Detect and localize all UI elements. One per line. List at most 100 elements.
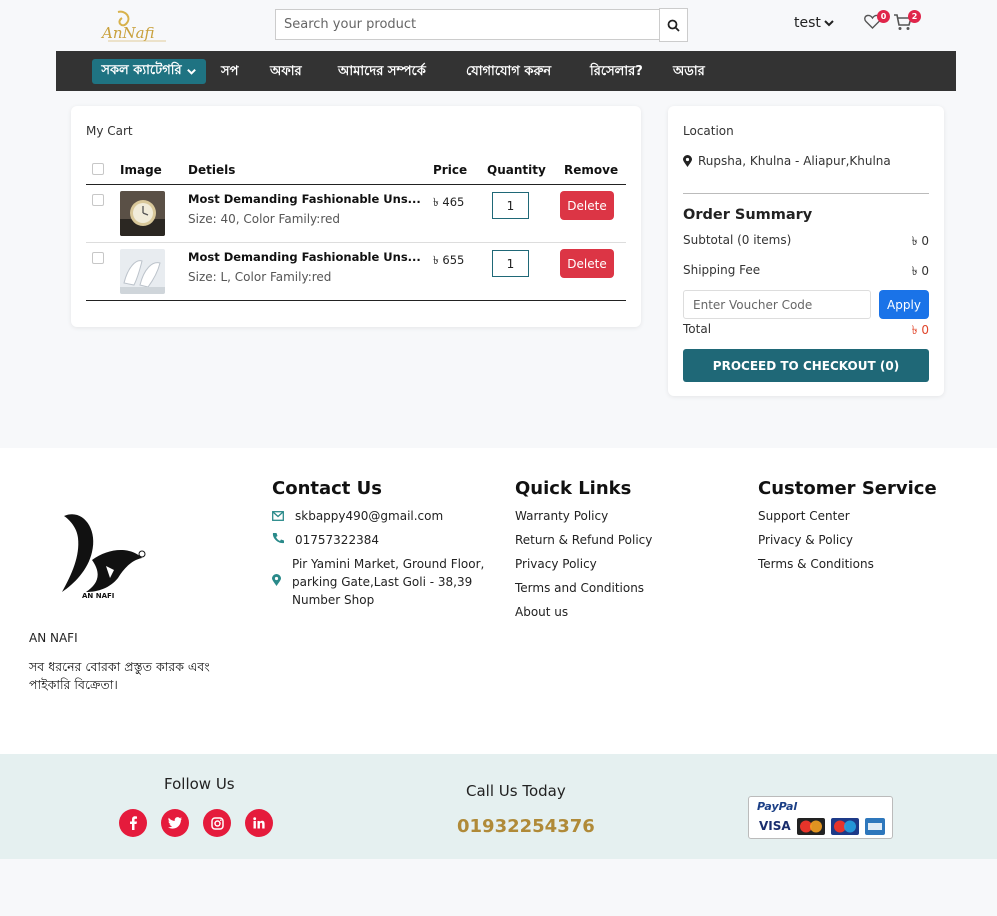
instagram-icon[interactable]: [203, 809, 231, 837]
product-name[interactable]: Most Demanding Fashionable Uns...: [188, 192, 421, 206]
proceed-to-checkout-button[interactable]: PROCEED TO CHECKOUT (0): [683, 349, 929, 382]
user-name: test: [794, 15, 821, 31]
cart-button[interactable]: 2: [893, 10, 921, 35]
map-pin-icon: [683, 155, 692, 167]
col-details: Detiels: [188, 163, 236, 177]
product-variant: Size: 40, Color Family:red: [188, 212, 340, 226]
map-pin-icon: [272, 574, 281, 586]
chevron-down-icon: [186, 68, 196, 75]
product-image-shoes[interactable]: [120, 249, 165, 294]
main-navbar: সকল ক্যাটেগরি সপ অফার আমাদের সম্পর্কে যো…: [56, 51, 956, 91]
search-button[interactable]: [659, 8, 688, 42]
cart-panel: My Cart Image Detiels Price Quantity Rem…: [71, 106, 641, 327]
subtotal-label: Subtotal (0 items): [683, 233, 792, 247]
location-row[interactable]: Rupsha, Khulna - Aliapur,Khulna: [683, 154, 891, 168]
total-row: Total ৳ 0: [683, 322, 929, 342]
search-icon: [667, 19, 680, 32]
nav-reseller[interactable]: রিসেলার?: [590, 62, 643, 83]
quantity-input[interactable]: [492, 250, 529, 277]
nav-offer[interactable]: অফার: [270, 62, 302, 83]
location-value: Rupsha, Khulna - Aliapur,Khulna: [698, 154, 891, 168]
shipping-value: ৳ 0: [911, 264, 929, 278]
site-logo[interactable]: AnNafi: [100, 8, 176, 44]
divider: [683, 193, 929, 194]
call-us-number[interactable]: 01932254376: [457, 816, 595, 837]
contact-address: Pir Yamini Market, Ground Floor, parking…: [292, 557, 485, 607]
product-price: ৳ 465: [433, 195, 465, 209]
chevron-down-icon: [824, 20, 834, 27]
link-terms-and-conditions[interactable]: Terms & Conditions: [758, 557, 874, 571]
apply-voucher-button[interactable]: Apply: [879, 290, 929, 319]
search-input[interactable]: [275, 9, 660, 40]
col-image: Image: [120, 163, 162, 177]
total-value: ৳ 0: [911, 323, 929, 337]
table-bottom-divider: [86, 300, 626, 301]
all-categories-button[interactable]: সকল ক্যাটেগরি: [92, 59, 206, 84]
nav-order[interactable]: অডার: [673, 62, 705, 83]
order-summary-panel: Location Rupsha, Khulna - Aliapur,Khulna…: [668, 106, 944, 396]
row-divider: [86, 242, 626, 243]
svg-text:AnNafi: AnNafi: [100, 24, 155, 42]
follow-us-title: Follow Us: [164, 775, 235, 793]
link-support-center[interactable]: Support Center: [758, 509, 850, 523]
nav-about[interactable]: আমাদের সম্পর্কে: [338, 62, 426, 83]
link-privacy-policy[interactable]: Privacy Policy: [515, 557, 597, 571]
call-us-title: Call Us Today: [466, 782, 566, 800]
total-label: Total: [683, 322, 712, 336]
twitter-icon[interactable]: [161, 809, 189, 837]
svg-text:PayPal: PayPal: [757, 800, 797, 813]
col-remove: Remove: [564, 163, 619, 177]
select-all-checkbox[interactable]: [92, 163, 104, 175]
user-menu[interactable]: test: [794, 15, 835, 31]
subtotal-row: Subtotal (0 items) ৳ 0: [683, 233, 929, 253]
cart-title: My Cart: [86, 124, 133, 138]
svg-text:AN NAFI: AN NAFI: [82, 592, 114, 600]
shipping-row: Shipping Fee ৳ 0: [683, 263, 929, 283]
site-footer: AN NAFI AN NAFI সব ধরনের বোরকা প্রস্তুত …: [0, 448, 997, 754]
contact-email[interactable]: skbappy490@gmail.com: [295, 509, 443, 523]
facebook-icon[interactable]: [119, 809, 147, 837]
wishlist-count-badge: 0: [877, 10, 890, 23]
phone-icon: [272, 533, 284, 544]
link-terms-conditions[interactable]: Terms and Conditions: [515, 581, 644, 595]
link-return-refund[interactable]: Return & Refund Policy: [515, 533, 652, 547]
top-header: AnNafi test 0 2: [0, 0, 997, 51]
all-categories-label: সকল ক্যাটেগরি: [101, 63, 182, 78]
order-summary-title: Order Summary: [683, 207, 813, 223]
mail-icon: [272, 511, 284, 521]
location-label: Location: [683, 124, 734, 138]
payment-methods-badge: PayPal VISA: [748, 796, 893, 839]
contact-title: Contact Us: [272, 478, 383, 499]
customer-service-title: Customer Service: [758, 478, 937, 499]
product-price: ৳ 655: [433, 253, 465, 267]
col-price: Price: [433, 163, 468, 177]
brand-name: AN NAFI: [29, 631, 78, 645]
link-warranty-policy[interactable]: Warranty Policy: [515, 509, 608, 523]
product-variant: Size: L, Color Family:red: [188, 270, 332, 284]
shipping-label: Shipping Fee: [683, 263, 761, 277]
wishlist-button[interactable]: 0: [864, 10, 890, 33]
voucher-code-input[interactable]: [683, 290, 871, 319]
row-checkbox[interactable]: [92, 194, 104, 206]
contact-phone[interactable]: 01757322384: [295, 533, 379, 547]
quantity-input[interactable]: [492, 192, 529, 219]
cart-count-badge: 2: [908, 10, 921, 23]
bottom-bar: Follow Us Call Us Today 01932254376 PayP…: [0, 754, 997, 859]
quick-links-title: Quick Links: [515, 478, 632, 499]
svg-text:VISA: VISA: [759, 819, 791, 833]
product-name[interactable]: Most Demanding Fashionable Uns...: [188, 250, 421, 264]
delete-button[interactable]: Delete: [560, 191, 614, 220]
col-quantity: Quantity: [487, 163, 546, 177]
row-checkbox[interactable]: [92, 252, 104, 264]
subtotal-value: ৳ 0: [911, 234, 929, 248]
header-divider: [86, 184, 626, 185]
nav-shop[interactable]: সপ: [221, 62, 238, 83]
link-privacy-and-policy[interactable]: Privacy & Policy: [758, 533, 853, 547]
brand-tagline: সব ধরনের বোরকা প্রস্তুত কারক এবং পাইকারি…: [29, 659, 210, 692]
linkedin-icon[interactable]: [245, 809, 273, 837]
nav-contact[interactable]: যোগাযোগ করুন: [466, 62, 551, 83]
footer-logo[interactable]: AN NAFI: [58, 508, 148, 600]
product-image-watch[interactable]: [120, 191, 165, 236]
delete-button[interactable]: Delete: [560, 249, 614, 278]
link-about-us[interactable]: About us: [515, 605, 568, 619]
